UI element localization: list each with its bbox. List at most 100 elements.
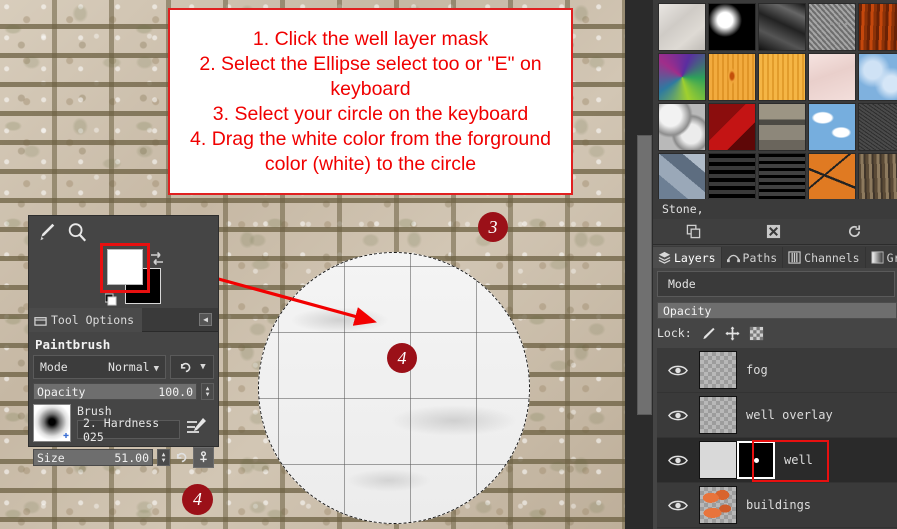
step-badge-3: 3 <box>478 212 508 242</box>
paintbrush-icon[interactable] <box>35 221 57 243</box>
layer-row-buildings[interactable]: buildings <box>657 483 897 528</box>
tab-tool-options[interactable]: Tool Options <box>29 308 143 332</box>
tab-gradients-label: Gradien <box>886 250 897 265</box>
eye-icon <box>668 365 688 375</box>
layer-visibility-toggle[interactable] <box>657 409 699 422</box>
brush-row: ✚ Brush 2. Hardness 025 <box>33 404 214 444</box>
pattern-swatch[interactable] <box>658 3 706 51</box>
layer-thumbnail[interactable] <box>699 441 737 479</box>
lock-alpha-icon[interactable] <box>749 326 764 341</box>
tab-layers[interactable]: Layers <box>653 247 722 268</box>
delete-pattern-button[interactable] <box>734 224 815 239</box>
anchor-icon <box>200 451 207 463</box>
lock-position-icon[interactable] <box>725 325 740 341</box>
dock-drag-handle[interactable]: ••• <box>829 20 851 30</box>
reset-colors-icon[interactable] <box>105 290 121 306</box>
refresh-patterns-button[interactable] <box>814 224 895 239</box>
paint-mode-dropdown[interactable]: Mode Normal ▼ <box>33 355 166 379</box>
size-row: Size 51.00 ▲ ▼ <box>33 447 214 468</box>
mask-dot <box>753 457 759 463</box>
layer-name[interactable]: well <box>784 453 813 467</box>
instruction-callout: 1. Click the well layer mask 2. Select t… <box>168 8 573 195</box>
layer-lock-row: Lock: <box>657 323 895 343</box>
paint-mode-label: Mode <box>40 360 68 374</box>
pattern-swatch[interactable] <box>858 53 897 101</box>
pattern-swatch[interactable] <box>758 103 806 151</box>
paint-mode-value: Normal <box>108 360 150 374</box>
pattern-swatch[interactable] <box>658 53 706 101</box>
size-stepper[interactable]: ▲ ▼ <box>157 449 170 466</box>
color-swatch-area: 4 <box>29 243 218 515</box>
channels-icon <box>788 251 801 264</box>
tab-channels[interactable]: Channels <box>783 247 866 268</box>
swap-colors-icon[interactable] <box>149 251 165 267</box>
pattern-swatch[interactable] <box>708 103 756 151</box>
layer-name[interactable]: fog <box>746 363 768 377</box>
layer-row-fog[interactable]: fog <box>657 348 897 393</box>
layer-opacity-label: Opacity <box>663 303 712 318</box>
layer-visibility-toggle[interactable] <box>657 364 699 377</box>
reset-size-icon[interactable] <box>174 450 189 465</box>
toolbox-panel: 4 Tool Options ◀ Paintbrush Mode Normal ▼ <box>28 215 219 515</box>
image-canvas[interactable]: 1. Click the well layer mask 2. Select t… <box>0 0 636 529</box>
pattern-swatch[interactable] <box>808 53 856 101</box>
brush-add-icon: ✚ <box>62 430 69 441</box>
revert-icon <box>181 362 191 372</box>
selection-marching-ants <box>258 252 530 524</box>
tab-paths[interactable]: Paths <box>722 247 784 268</box>
revert-options-button[interactable]: ▼ <box>170 355 214 379</box>
layer-visibility-toggle[interactable] <box>657 454 699 467</box>
pattern-swatch[interactable] <box>858 153 897 199</box>
pattern-swatch[interactable] <box>658 103 706 151</box>
canvas-vertical-scrollbar[interactable] <box>636 0 653 529</box>
pattern-swatch[interactable] <box>858 3 897 51</box>
scrollbar-thumb[interactable] <box>637 135 652 415</box>
lock-pixels-icon[interactable] <box>701 326 716 341</box>
layer-thumbnail[interactable] <box>699 396 737 434</box>
pattern-swatch[interactable] <box>758 3 806 51</box>
tab-paths-label: Paths <box>742 250 778 265</box>
tool-options-label: Tool Options <box>51 313 135 327</box>
brush-preview-thumbnail[interactable]: ✚ <box>33 404 71 442</box>
layer-thumbnail[interactable] <box>699 486 737 524</box>
pattern-swatch[interactable] <box>658 153 706 199</box>
pattern-swatch[interactable] <box>808 103 856 151</box>
layer-name[interactable]: buildings <box>746 498 811 512</box>
size-slider[interactable]: Size 51.00 <box>33 449 153 466</box>
opacity-value: 100.0 <box>158 384 193 399</box>
instruction-line-3: 3. Select your circle on the keyboard <box>212 102 529 125</box>
tab-channels-label: Channels <box>804 250 860 265</box>
layer-mode-dropdown[interactable]: Mode <box>657 271 895 297</box>
collapse-panel-button[interactable]: ◀ <box>199 313 212 326</box>
layer-visibility-toggle[interactable] <box>657 499 699 512</box>
pattern-swatch[interactable] <box>708 153 756 199</box>
duplicate-pattern-button[interactable] <box>653 224 734 239</box>
pattern-swatch[interactable] <box>708 53 756 101</box>
eye-icon <box>668 410 688 420</box>
size-label: Size <box>37 450 65 465</box>
tab-gradients[interactable]: Gradien <box>866 247 897 268</box>
zoom-icon[interactable] <box>66 221 88 243</box>
layer-mask-thumbnail[interactable] <box>737 441 775 479</box>
opacity-stepper[interactable]: ▲ ▼ <box>201 383 214 400</box>
brush-name-field[interactable]: 2. Hardness 025 <box>77 416 180 444</box>
pattern-grid <box>657 2 897 199</box>
instruction-line-1: 1. Click the well layer mask <box>252 27 489 50</box>
pattern-swatch[interactable] <box>758 53 806 101</box>
pattern-swatch[interactable] <box>708 3 756 51</box>
eye-icon <box>668 500 688 510</box>
layer-opacity-slider[interactable]: Opacity <box>657 302 897 319</box>
layers-list: fog well overlay well buildings <box>657 348 897 529</box>
layer-name[interactable]: well overlay <box>746 408 833 422</box>
link-size-button[interactable] <box>193 447 214 468</box>
ellipse-selection[interactable] <box>258 252 530 524</box>
opacity-slider[interactable]: Opacity 100.0 <box>33 383 197 400</box>
layer-thumbnail[interactable] <box>699 351 737 389</box>
layer-row-well[interactable]: well <box>657 438 897 483</box>
pattern-swatch[interactable] <box>808 153 856 199</box>
edit-brush-icon[interactable] <box>186 416 208 438</box>
layer-row-well-overlay[interactable]: well overlay <box>657 393 897 438</box>
pattern-swatch[interactable] <box>858 103 897 151</box>
foreground-color-highlight <box>100 243 150 293</box>
pattern-swatch[interactable] <box>758 153 806 199</box>
